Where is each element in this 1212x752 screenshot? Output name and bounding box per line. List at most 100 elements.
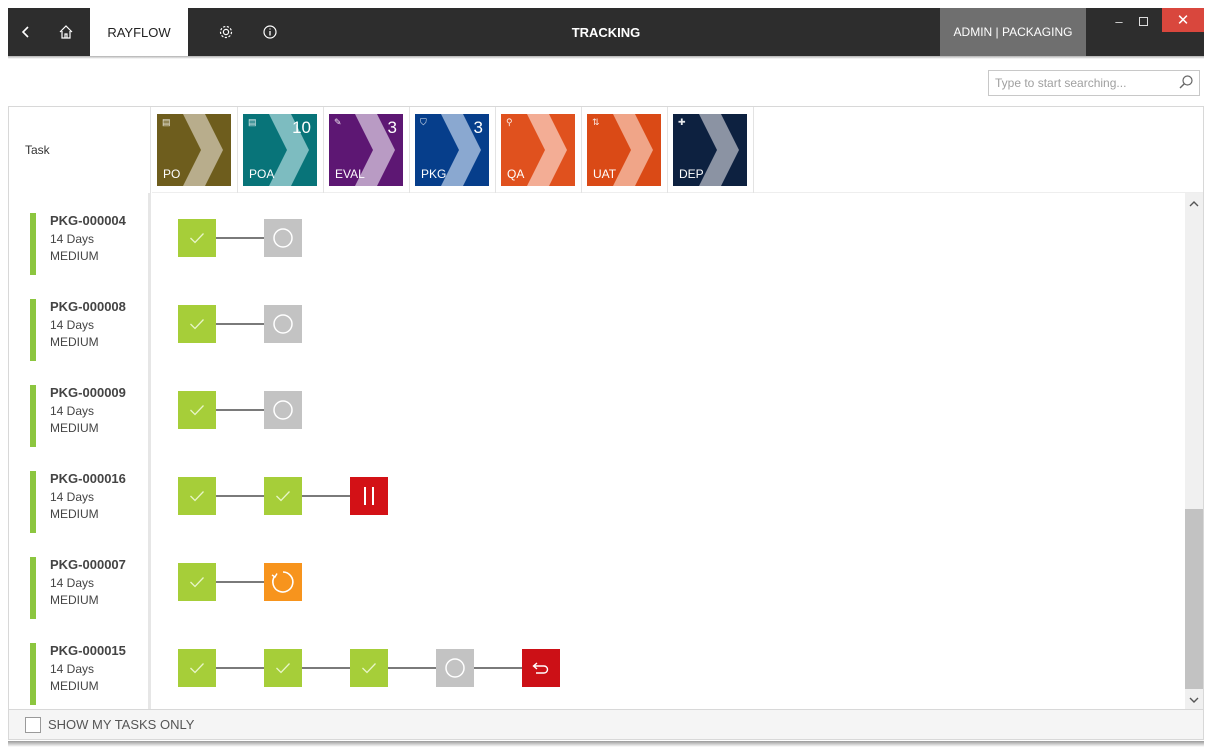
scroll-up-icon[interactable] <box>1185 195 1203 213</box>
stage-tile[interactable]: ⛉ 3 PKG <box>415 114 489 186</box>
step-in-progress-icon[interactable] <box>264 563 302 601</box>
priority-bar <box>30 471 36 533</box>
bottom-shadow <box>8 741 1204 747</box>
scroll-down-icon[interactable] <box>1185 691 1203 709</box>
stage-pkg[interactable]: ⛉ 3 PKG <box>410 107 496 193</box>
show-my-tasks-checkbox[interactable] <box>25 716 41 733</box>
stage-count: 10 <box>292 118 311 137</box>
task-duration: 14 Days <box>50 662 95 676</box>
step-connector <box>302 495 350 497</box>
tracking-panel: Task ▤ PO ▤ 10 POA ✎ 3 EVAL ⛉ 3 PKG ⚲ QA ⇅ UAT ✚ DEP PKG… <box>8 106 1204 740</box>
step-done-check-icon[interactable] <box>178 305 216 343</box>
stage-label: UAT <box>593 167 617 181</box>
stage-eval[interactable]: ✎ 3 EVAL <box>324 107 410 193</box>
step-connector <box>216 237 264 239</box>
stage-label: PO <box>163 167 181 181</box>
search-box[interactable] <box>988 70 1200 96</box>
stage-uat[interactable]: ⇅ UAT <box>582 107 668 193</box>
stage-label: EVAL <box>335 167 365 181</box>
task-id[interactable]: PKG-000004 <box>50 213 126 228</box>
stage-count: 3 <box>473 118 483 137</box>
priority-bar <box>30 557 36 619</box>
task-id[interactable]: PKG-000007 <box>50 557 126 572</box>
task-priority: MEDIUM <box>50 679 99 693</box>
step-pending-circle-icon[interactable] <box>436 649 474 687</box>
stage-poa[interactable]: ▤ 10 POA <box>238 107 324 193</box>
footer-bar: SHOW MY TASKS ONLY <box>9 709 1203 739</box>
maximize-icon[interactable] <box>1130 8 1156 34</box>
task-item[interactable]: PKG-000007 14 Days MEDIUM <box>30 557 150 619</box>
task-id[interactable]: PKG-000008 <box>50 299 126 314</box>
show-my-tasks-label[interactable]: SHOW MY TASKS ONLY <box>48 717 194 732</box>
minimize-icon[interactable]: – <box>1106 8 1132 34</box>
stage-tile[interactable]: ⇅ UAT <box>587 114 661 186</box>
scroll-thumb[interactable] <box>1185 509 1203 689</box>
workflow-area <box>154 193 1185 711</box>
task-priority: MEDIUM <box>50 421 99 435</box>
step-pending-circle-icon[interactable] <box>264 219 302 257</box>
step-returned-icon[interactable] <box>522 649 560 687</box>
stage-qa[interactable]: ⚲ QA <box>496 107 582 193</box>
stage-label: PKG <box>421 167 447 181</box>
stage-header-row: ▤ PO ▤ 10 POA ✎ 3 EVAL ⛉ 3 PKG ⚲ QA ⇅ UAT ✚ DEP <box>152 107 1203 193</box>
vertical-scrollbar[interactable] <box>1185 193 1203 711</box>
stage-label: DEP <box>679 167 704 181</box>
stage-tile[interactable]: ✚ DEP <box>673 114 747 186</box>
search-input[interactable] <box>989 71 1169 95</box>
task-priority: MEDIUM <box>50 335 99 349</box>
priority-bar <box>30 213 36 275</box>
info-icon[interactable] <box>252 8 288 56</box>
stage-tile[interactable]: ✎ 3 EVAL <box>329 114 403 186</box>
stage-icon: ▤ <box>248 117 257 127</box>
tab-rayflow[interactable]: RAYFLOW <box>90 8 188 56</box>
step-connector <box>302 667 350 669</box>
step-done-check-icon[interactable] <box>178 649 216 687</box>
task-item[interactable]: PKG-000016 14 Days MEDIUM <box>30 471 150 533</box>
search-icon[interactable] <box>1178 74 1194 90</box>
step-done-check-icon[interactable] <box>350 649 388 687</box>
step-done-check-icon[interactable] <box>178 391 216 429</box>
titlebar-shadow <box>8 56 1204 59</box>
task-item[interactable]: PKG-000009 14 Days MEDIUM <box>30 385 150 447</box>
task-duration: 14 Days <box>50 232 95 246</box>
task-id[interactable]: PKG-000009 <box>50 385 126 400</box>
stage-po[interactable]: ▤ PO <box>152 107 238 193</box>
step-connector <box>216 581 264 583</box>
stage-icon: ▤ <box>162 117 171 127</box>
title-bar: RAYFLOW TRACKING ADMIN | PACKAGING – ✕ <box>8 8 1204 56</box>
task-item[interactable]: PKG-000004 14 Days MEDIUM <box>30 213 150 275</box>
task-item[interactable]: PKG-000015 14 Days MEDIUM <box>30 643 150 705</box>
stage-tile[interactable]: ▤ PO <box>157 114 231 186</box>
step-done-check-icon[interactable] <box>178 219 216 257</box>
stage-tile[interactable]: ⚲ QA <box>501 114 575 186</box>
task-duration: 14 Days <box>50 318 95 332</box>
step-connector <box>216 667 264 669</box>
step-done-check-icon[interactable] <box>264 649 302 687</box>
close-icon[interactable]: ✕ <box>1162 8 1204 32</box>
step-paused-icon[interactable] <box>350 477 388 515</box>
stage-icon: ✚ <box>678 117 686 127</box>
stage-tile[interactable]: ▤ 10 POA <box>243 114 317 186</box>
step-pending-circle-icon[interactable] <box>264 391 302 429</box>
step-done-check-icon[interactable] <box>178 477 216 515</box>
back-arrow-icon[interactable] <box>8 8 44 56</box>
step-connector <box>216 323 264 325</box>
stage-dep[interactable]: ✚ DEP <box>668 107 754 193</box>
task-duration: 14 Days <box>50 490 95 504</box>
step-done-check-icon[interactable] <box>264 477 302 515</box>
task-duration: 14 Days <box>50 576 95 590</box>
stage-label: QA <box>507 167 525 181</box>
step-done-check-icon[interactable] <box>178 563 216 601</box>
task-id[interactable]: PKG-000016 <box>50 471 126 486</box>
home-icon[interactable] <box>48 8 84 56</box>
stage-icon: ✎ <box>334 117 342 127</box>
task-priority: MEDIUM <box>50 249 99 263</box>
user-badge[interactable]: ADMIN | PACKAGING <box>940 8 1086 56</box>
task-id[interactable]: PKG-000015 <box>50 643 126 658</box>
task-item[interactable]: PKG-000008 14 Days MEDIUM <box>30 299 150 361</box>
step-pending-circle-icon[interactable] <box>264 305 302 343</box>
stage-icon: ⇅ <box>592 117 600 127</box>
priority-bar <box>30 385 36 447</box>
priority-bar <box>30 643 36 705</box>
gear-icon[interactable] <box>208 8 244 56</box>
